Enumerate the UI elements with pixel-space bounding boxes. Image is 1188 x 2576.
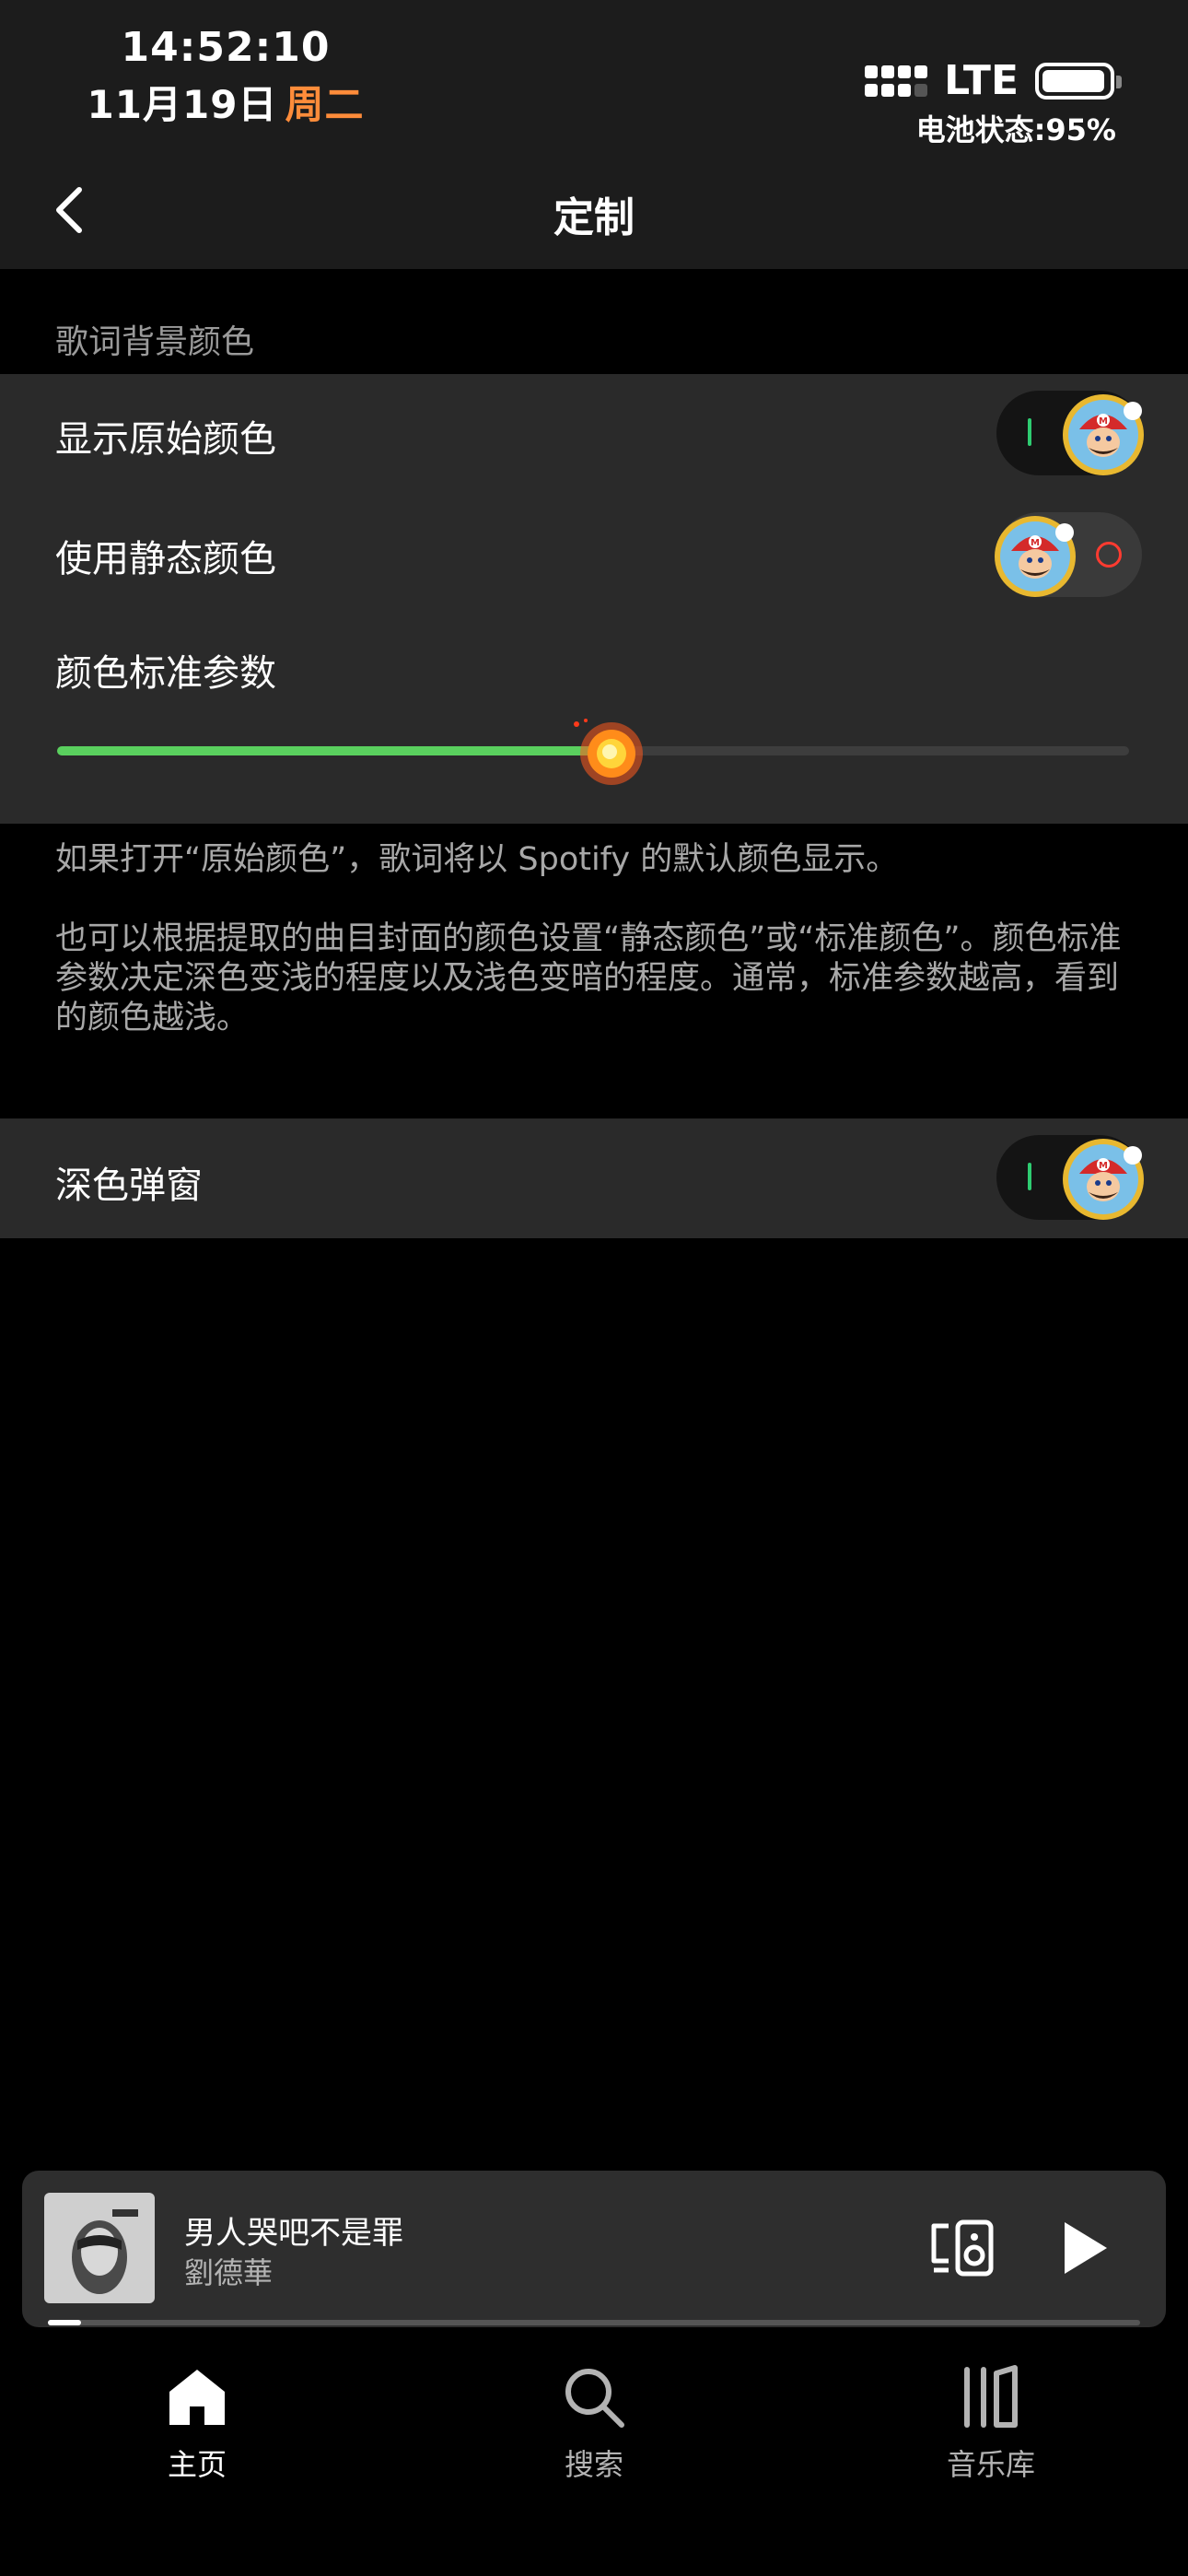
svg-text:M: M: [1031, 538, 1040, 548]
status-date-text: 11月19日: [87, 82, 278, 127]
use-static-color-label: 使用静态颜色: [55, 538, 276, 580]
playback-progress-fill: [48, 2320, 81, 2325]
page-title: 定制: [553, 194, 635, 241]
lyrics-bg-settings-group: 显示原始颜色 M 使用静态颜色 M 颜色标准参数: [0, 374, 1188, 824]
battery-icon: [1035, 62, 1122, 100]
show-original-color-label: 显示原始颜色: [55, 418, 276, 461]
home-icon: [169, 2370, 225, 2425]
slider-fill: [57, 746, 604, 755]
tab-home-label: 主页: [167, 2447, 227, 2482]
battery-status-text: 电池状态:95%: [915, 112, 1116, 147]
dark-popup-group: 深色弹窗 M: [0, 1118, 1188, 1238]
description-para-1: 如果打开“原始颜色”，歌词将以 Spotify 的默认颜色显示。: [55, 841, 899, 878]
mario-knob-icon: M: [1063, 1139, 1144, 1220]
connect-device-button[interactable]: [925, 2211, 998, 2285]
color-param-slider[interactable]: [57, 719, 1129, 785]
song-title: 男人哭吧不是罪: [184, 2215, 403, 2252]
status-time: 14:52:10: [121, 24, 331, 71]
navigation-bar: 定制: [0, 147, 1188, 269]
status-bar: 14:52:10 11月19日 周二 LTE 电池状态:95%: [0, 0, 1188, 147]
tab-search-label: 搜索: [564, 2447, 623, 2482]
connect-device-icon: [931, 2219, 994, 2277]
dark-popup-toggle[interactable]: M: [996, 1135, 1144, 1220]
color-param-label: 颜色标准参数: [55, 652, 276, 695]
mario-knob-icon: M: [995, 516, 1076, 597]
network-type: LTE: [944, 57, 1019, 104]
dark-popup-label: 深色弹窗: [55, 1165, 203, 1207]
use-static-color-toggle[interactable]: M: [995, 512, 1142, 597]
show-original-color-toggle[interactable]: M: [996, 391, 1144, 475]
mini-player[interactable]: 男人哭吧不是罪 劉德華: [22, 2171, 1166, 2327]
status-date: 11月19日 周二: [0, 74, 451, 130]
status-weekday: 周二: [285, 82, 365, 127]
mario-knob-icon: M: [1063, 394, 1144, 475]
playback-progress[interactable]: [48, 2320, 1140, 2325]
svg-text:M: M: [1099, 416, 1108, 427]
tab-home[interactable]: 主页: [87, 2364, 308, 2484]
song-artist: 劉德華: [184, 2255, 274, 2290]
tab-search[interactable]: 搜索: [483, 2364, 705, 2484]
play-button[interactable]: [1048, 2213, 1118, 2283]
fireball-thumb-icon[interactable]: [567, 711, 650, 794]
library-icon: [964, 2365, 1018, 2428]
tab-bar: 主页 搜索 音乐库: [0, 2331, 1188, 2576]
tab-library[interactable]: 音乐库: [880, 2364, 1101, 2484]
play-icon: [1065, 2222, 1107, 2274]
tab-library-label: 音乐库: [946, 2447, 1035, 2482]
description-para-2: 也可以根据提取的曲目封面的颜色设置“静态颜色”或“标准颜色”。颜色标准参数决定深…: [55, 920, 1122, 1036]
section-label-lyrics-bg: 歌词背景颜色: [55, 323, 255, 361]
svg-text:M: M: [1099, 1161, 1108, 1171]
signal-icon: [865, 64, 928, 97]
search-icon: [565, 2369, 624, 2428]
album-cover: [44, 2193, 155, 2303]
status-indicators: LTE: [865, 57, 1122, 104]
